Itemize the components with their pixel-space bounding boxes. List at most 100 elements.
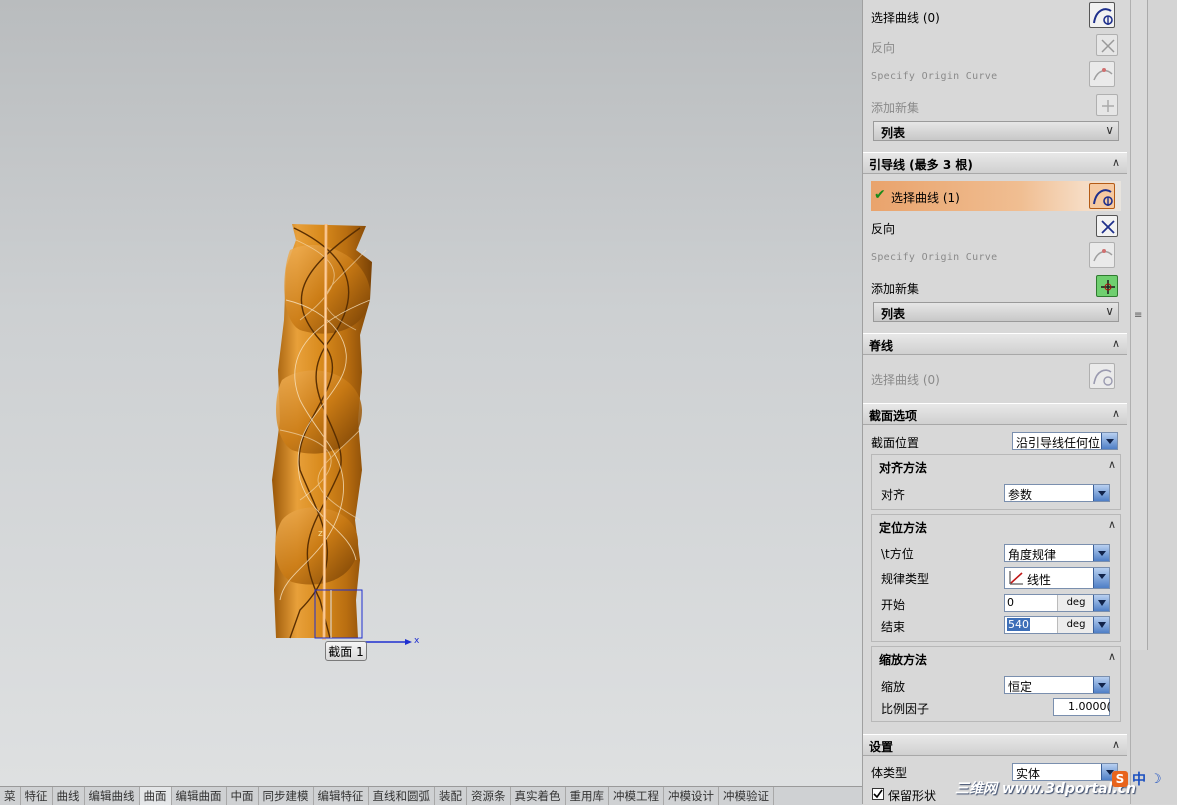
ribbon-tab-10[interactable]: 装配: [435, 787, 467, 805]
check-icon: ✔: [874, 187, 886, 203]
align-group: 对齐方法 ∧ 对齐 参数: [871, 454, 1121, 510]
orient-group-header[interactable]: 定位方法 ∧: [872, 516, 1118, 536]
guide-section-header[interactable]: 引导线 (最多 3 根) ∧: [863, 152, 1127, 174]
ribbon-tab-bar: 菜特征 曲线 编辑曲线 曲面 编辑曲面 中面 同步建模 编辑特征 直线和圆弧 装配 资源条 真实着色重…: [0, 786, 862, 805]
section-options-header[interactable]: 截面选项 ∧: [863, 403, 1127, 425]
align-group-header[interactable]: 对齐方法 ∧: [872, 456, 1118, 476]
ribbon-tab-12[interactable]: 真实着色: [511, 787, 566, 805]
select-curve-label: 选择曲线 (0): [871, 11, 940, 25]
end-unit: deg: [1057, 617, 1094, 633]
scale-group-header[interactable]: 缩放方法 ∧: [872, 648, 1118, 668]
curve-select-icon[interactable]: [1089, 2, 1115, 28]
settings-header-title: 设置: [869, 740, 894, 754]
add-new-set-icon[interactable]: [1096, 275, 1118, 297]
spine-section-header[interactable]: 脊线 ∧: [863, 333, 1127, 355]
settings-section-header[interactable]: 设置 ∧: [863, 734, 1127, 756]
start-value: 0: [1007, 596, 1014, 609]
guide-add-new-set-row[interactable]: 添加新集: [863, 275, 1131, 299]
guide-add-new-set-label: 添加新集: [871, 282, 920, 296]
ribbon-tab-15[interactable]: 冲模设计: [664, 787, 719, 805]
orientation-select[interactable]: 角度规律: [1004, 544, 1110, 562]
chevron-up-icon[interactable]: ∧: [1108, 650, 1116, 663]
keep-shape-label: 保留形状: [888, 789, 937, 803]
ribbon-tab-13[interactable]: 重用库: [566, 787, 609, 805]
ribbon-tab-0[interactable]: 菜: [0, 787, 21, 805]
dropdown-arrow-icon[interactable]: [1101, 433, 1117, 449]
ime-indicator[interactable]: S 中 ☽: [1112, 769, 1172, 789]
curve-select-icon[interactable]: [1089, 183, 1115, 209]
specify-origin-label: Specify Origin Curve: [871, 71, 998, 82]
chevron-up-icon[interactable]: ∧: [1107, 404, 1125, 424]
keep-shape-checkbox[interactable]: [872, 788, 884, 800]
ribbon-tab-1[interactable]: 特征: [21, 787, 53, 805]
align-select[interactable]: 参数: [1004, 484, 1110, 502]
graphics-viewport[interactable]: x z 截面 1: [0, 0, 862, 786]
orient-header-title: 定位方法: [879, 521, 928, 535]
dropdown-arrow-icon[interactable]: [1093, 568, 1109, 588]
watermark-text: 三维网 www.3dportal.cn: [955, 781, 1136, 797]
list-label: 列表: [881, 126, 906, 140]
add-new-set-icon: [1096, 94, 1118, 116]
sweep-dialog-panel: 选择曲线 (0) 反向 Specify Origin Curve 添加新集 列表…: [862, 0, 1131, 804]
chevron-up-icon[interactable]: ∧: [1108, 518, 1116, 531]
ribbon-tab-7[interactable]: 同步建模: [259, 787, 314, 805]
unit-menu-icon[interactable]: [1093, 595, 1109, 611]
origin-curve-icon: [1089, 61, 1115, 87]
align-label: 对齐: [881, 488, 906, 502]
scale-group: 缩放方法 ∧ 缩放 恒定 比例因子 1.0000(: [871, 646, 1121, 722]
section-tooltip: 截面 1: [325, 641, 367, 661]
orient-group: 定位方法 ∧ \t方位 角度规律 规律类型 线性 开始 0 deg 结束 540…: [871, 514, 1121, 642]
ime-language-label[interactable]: 中: [1132, 769, 1146, 789]
guide-select-curve-row[interactable]: ✔ 选择曲线 (1): [871, 181, 1121, 211]
dropdown-arrow-icon[interactable]: [1093, 677, 1109, 693]
axis-z-label: z: [318, 529, 323, 539]
ribbon-tab-5[interactable]: 编辑曲面: [172, 787, 227, 805]
resize-grip-icon[interactable]: ≡: [1134, 310, 1142, 321]
ribbon-tab-3[interactable]: 编辑曲线: [85, 787, 140, 805]
ribbon-tab-6[interactable]: 中面: [227, 787, 259, 805]
dropdown-arrow-icon[interactable]: [1093, 485, 1109, 501]
ribbon-tab-4[interactable]: 曲面: [139, 787, 172, 805]
scale-select[interactable]: 恒定: [1004, 676, 1110, 694]
scale-factor-input[interactable]: 1.0000(: [1053, 698, 1111, 716]
dropdown-arrow-icon[interactable]: [1093, 545, 1109, 561]
ribbon-tab-9[interactable]: 直线和圆弧: [369, 787, 435, 805]
moon-icon[interactable]: ☽: [1150, 772, 1162, 787]
reverse-row-disabled: 反向: [863, 34, 1131, 58]
ribbon-tab-11[interactable]: 资源条: [467, 787, 511, 805]
list-toggle-guide[interactable]: 列表 ∨: [873, 302, 1119, 322]
ribbon-tab-2[interactable]: 曲线: [53, 787, 85, 805]
start-label: 开始: [881, 598, 906, 612]
chevron-up-icon[interactable]: ∧: [1108, 458, 1116, 471]
orientation-label: \t方位: [881, 547, 914, 561]
law-type-label: 规律类型: [881, 572, 930, 586]
list-label: 列表: [881, 307, 906, 321]
ribbon-tab-14[interactable]: 冲模工程: [609, 787, 664, 805]
section-position-select[interactable]: 沿引导线任何位: [1012, 432, 1118, 450]
factor-label: 比例因子: [881, 702, 930, 716]
law-type-select[interactable]: 线性: [1004, 567, 1110, 589]
list-toggle-top[interactable]: 列表 ∨: [873, 121, 1119, 141]
guide-specify-origin-label: Specify Origin Curve: [871, 252, 998, 263]
end-input[interactable]: 540 deg: [1004, 616, 1110, 634]
ribbon-tab-16[interactable]: 冲模验证: [719, 787, 774, 805]
ribbon-tab-8[interactable]: 编辑特征: [314, 787, 369, 805]
reverse-direction-icon[interactable]: [1096, 215, 1118, 237]
panel-scrollbar[interactable]: ≡: [1130, 0, 1177, 804]
guide-reverse-row[interactable]: 反向: [863, 215, 1131, 239]
chevron-up-icon[interactable]: ∧: [1107, 153, 1125, 173]
chevron-up-icon[interactable]: ∧: [1107, 334, 1125, 354]
start-input[interactable]: 0 deg: [1004, 594, 1110, 612]
scale-factor-value: 1.0000(: [1068, 700, 1111, 713]
chevron-up-icon[interactable]: ∧: [1107, 735, 1125, 755]
orientation-value: 角度规律: [1008, 548, 1057, 562]
unit-menu-icon[interactable]: [1093, 617, 1109, 633]
section-select-curve-row[interactable]: 选择曲线 (0): [863, 2, 1131, 28]
add-new-set-label: 添加新集: [871, 101, 920, 115]
scale-value: 恒定: [1008, 680, 1033, 694]
scale-label: 缩放: [881, 680, 906, 694]
spine-select-curve-row: 选择曲线 (0): [863, 363, 1131, 390]
guide-specify-origin-row: Specify Origin Curve: [863, 242, 1131, 269]
specify-origin-row-disabled: Specify Origin Curve: [863, 61, 1131, 88]
curve-select-icon: [1089, 363, 1115, 389]
